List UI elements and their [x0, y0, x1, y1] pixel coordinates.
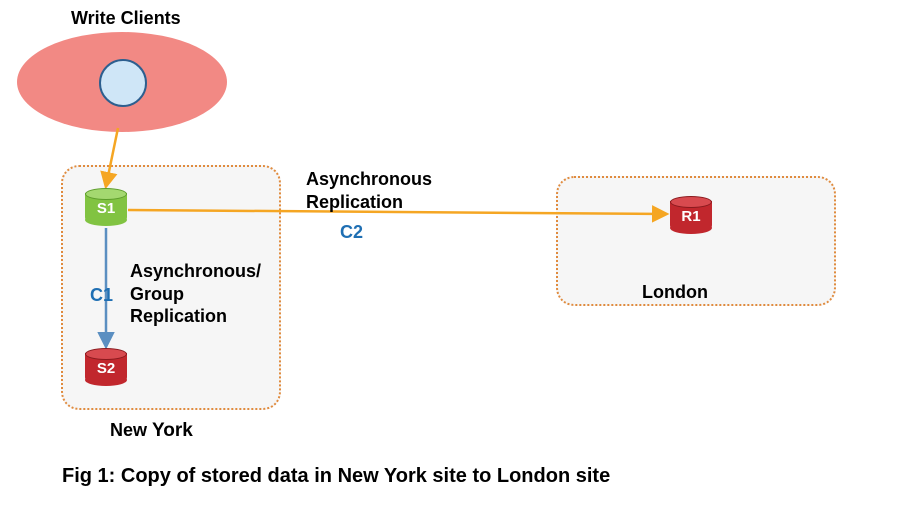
server-s1-label: S1: [85, 200, 127, 217]
clients-oval-inner: [99, 59, 147, 107]
server-s2: S2: [85, 348, 127, 386]
cylinder-top: [85, 188, 127, 200]
channel-c1-label: C1: [90, 285, 113, 306]
write-clients-cloud: [17, 32, 227, 132]
cylinder-top: [85, 348, 127, 360]
new-text: New: [110, 420, 147, 440]
channel-c2-label: C2: [340, 222, 363, 243]
york-text: York: [152, 420, 193, 441]
figure-caption: Fig 1: Copy of stored data in New York s…: [62, 465, 610, 488]
new-york-site-label: New York: [110, 420, 193, 442]
server-s2-label: S2: [85, 360, 127, 377]
async-replication-label: AsynchronousReplication: [306, 168, 432, 215]
server-s1: S1: [85, 188, 127, 226]
server-r1-label: R1: [670, 208, 712, 225]
write-clients-title: Write Clients: [71, 8, 181, 29]
cylinder-top: [670, 196, 712, 208]
async-group-replication-label: Asynchronous/GroupReplication: [130, 260, 261, 328]
london-site-label: London: [642, 282, 708, 303]
server-r1: R1: [670, 196, 712, 234]
